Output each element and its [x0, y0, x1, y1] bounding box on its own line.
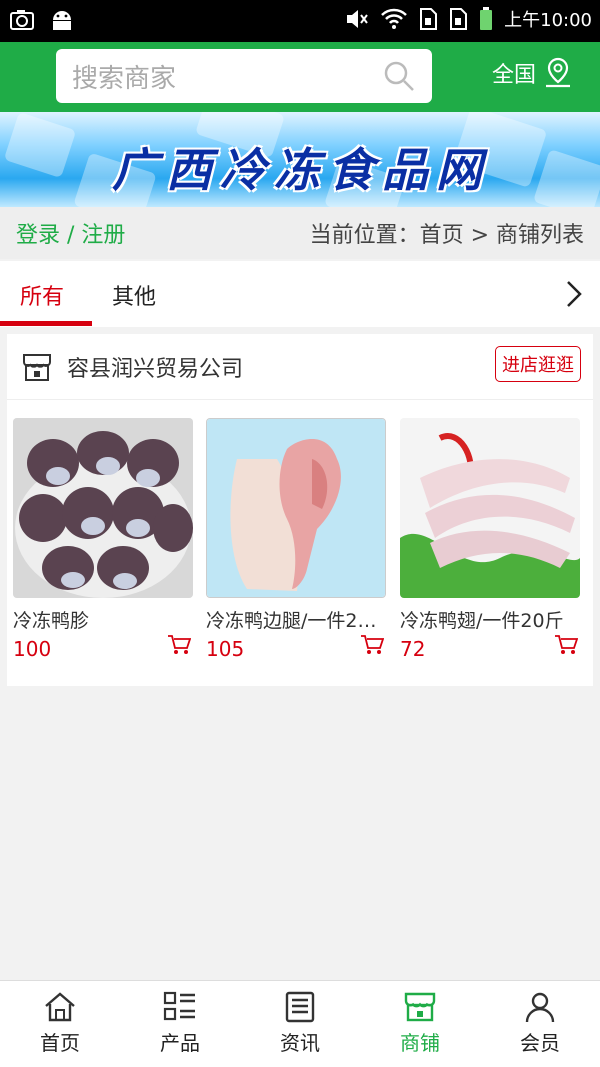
- product-name[interactable]: 冷冻鸭胗: [13, 606, 195, 633]
- shop-icon: [23, 353, 51, 381]
- nav-products[interactable]: 产品: [120, 981, 240, 1067]
- cart-icon[interactable]: [167, 634, 191, 656]
- sim-icon: [450, 8, 468, 30]
- nav-shops-label: 商铺: [400, 1031, 440, 1055]
- home-icon: [45, 992, 75, 1022]
- nav-news[interactable]: 资讯: [240, 981, 360, 1067]
- user-icon: [525, 992, 555, 1023]
- chevron-right-icon[interactable]: [562, 279, 586, 309]
- search-placeholder: 搜索商家: [72, 63, 177, 94]
- header: 搜索商家 全国: [0, 42, 600, 112]
- region-selector[interactable]: 全国: [492, 56, 574, 90]
- region-label: 全国: [492, 63, 537, 88]
- android-icon: [53, 11, 71, 30]
- wifi-icon: [381, 8, 408, 29]
- bottom-nav: 首页 产品 资讯 商铺 会员: [0, 980, 600, 1067]
- tab-all[interactable]: 所有: [20, 279, 64, 311]
- nav-member[interactable]: 会员: [480, 981, 600, 1067]
- status-time: 上午10:00: [504, 10, 592, 31]
- breadcrumb: 当前位置：首页 > 商铺列表: [309, 223, 584, 248]
- product-card[interactable]: 冷冻鸭边腿/一件2… 105: [206, 418, 388, 661]
- product-image-duck-leg[interactable]: [206, 418, 386, 598]
- battery-icon: [480, 7, 493, 30]
- breadcrumb-bar: 登录 / 注册 当前位置：首页 > 商铺列表: [0, 207, 600, 259]
- news-icon: [285, 991, 315, 1023]
- product-name[interactable]: 冷冻鸭翅/一件20斤: [400, 606, 582, 633]
- shop-header[interactable]: 容县润兴贸易公司 进店逛逛: [7, 334, 593, 400]
- sim-icon: [420, 8, 438, 30]
- mute-icon: [347, 10, 368, 28]
- nav-member-label: 会员: [520, 1031, 560, 1055]
- search-input[interactable]: 搜索商家: [56, 49, 432, 103]
- category-tabs: 所有 其他: [0, 261, 600, 327]
- login-link[interactable]: 登录: [16, 223, 60, 248]
- shop-name[interactable]: 容县润兴贸易公司: [67, 351, 243, 383]
- tab-other[interactable]: 其他: [112, 279, 156, 311]
- list-icon: [163, 991, 195, 1021]
- nav-home-label: 首页: [40, 1031, 80, 1055]
- status-bar: 上午10:00: [0, 0, 600, 42]
- product-card[interactable]: 冷冻鸭胗 100: [13, 418, 195, 661]
- auth-separator: /: [60, 223, 82, 248]
- shop-card: 容县润兴贸易公司 进店逛逛 冷冻鸭胗 100 冷冻鸭边腿/一件2… 105 冷冻…: [7, 334, 593, 686]
- nav-home[interactable]: 首页: [0, 981, 120, 1067]
- product-image-duck-gizzard[interactable]: [13, 418, 193, 598]
- tab-active-indicator: [0, 321, 92, 326]
- enter-shop-button[interactable]: 进店逛逛: [495, 346, 581, 382]
- shop-icon: [404, 992, 436, 1022]
- auth-links: 登录 / 注册: [16, 217, 125, 249]
- register-link[interactable]: 注册: [81, 223, 125, 248]
- search-icon[interactable]: [382, 59, 416, 93]
- banner-title: 广西冷冻食品网: [112, 143, 490, 197]
- cart-icon[interactable]: [360, 634, 384, 656]
- cart-icon[interactable]: [554, 634, 578, 656]
- nav-products-label: 产品: [160, 1031, 200, 1055]
- nav-news-label: 资讯: [280, 1031, 320, 1055]
- product-card[interactable]: 冷冻鸭翅/一件20斤 72: [400, 418, 582, 661]
- banner[interactable]: 广西冷冻食品网: [0, 112, 600, 207]
- nav-shops[interactable]: 商铺: [360, 981, 480, 1067]
- product-name[interactable]: 冷冻鸭边腿/一件2…: [206, 606, 388, 633]
- location-icon: [546, 57, 571, 88]
- product-image-duck-wing[interactable]: [400, 418, 580, 598]
- camera-icon: [10, 10, 34, 30]
